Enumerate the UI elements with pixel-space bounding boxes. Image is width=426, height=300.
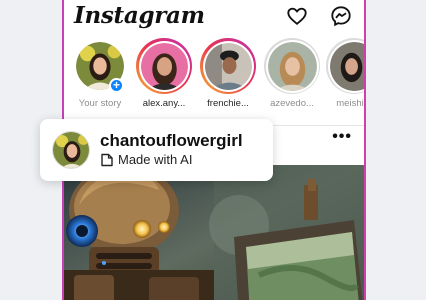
- avatar: [204, 42, 252, 90]
- story-username: alex.any...: [142, 98, 186, 109]
- more-options-icon[interactable]: •••: [332, 128, 352, 146]
- messenger-icon[interactable]: [330, 5, 352, 27]
- made-with-ai-text: Made with AI: [118, 152, 193, 167]
- avatar: [329, 41, 364, 91]
- story-username: frenchie...: [207, 98, 249, 109]
- story-item[interactable]: alex.any...: [134, 38, 194, 109]
- story-username: azevedo...: [270, 98, 314, 109]
- story-username: meishi: [336, 98, 364, 109]
- instagram-logo[interactable]: Instagram: [74, 2, 205, 29]
- story-ring: [326, 38, 364, 94]
- ai-label-icon: [101, 153, 113, 167]
- card-avatar: [52, 131, 90, 169]
- story-ring: [200, 38, 256, 94]
- stories-tray: + Your story alex.any... frenchie... aze…: [64, 38, 364, 118]
- story-item[interactable]: azevedo...: [262, 38, 322, 109]
- story-ring: [136, 38, 192, 94]
- avatar: [140, 42, 188, 90]
- story-username: Your story: [78, 98, 122, 109]
- heart-icon[interactable]: [286, 5, 308, 27]
- story-ring: [264, 38, 320, 94]
- add-story-icon[interactable]: +: [109, 78, 124, 93]
- post-image[interactable]: [64, 165, 364, 300]
- ai-robot-artwork: [64, 165, 364, 300]
- ai-info-card[interactable]: chantouflowergirl Made with AI: [40, 119, 273, 181]
- story-item[interactable]: frenchie...: [198, 38, 258, 109]
- story-your-story[interactable]: + Your story: [70, 38, 130, 109]
- story-item[interactable]: meishi: [326, 38, 364, 109]
- avatar: [267, 41, 317, 91]
- card-username[interactable]: chantouflowergirl: [100, 131, 243, 151]
- app-header: Instagram: [64, 0, 364, 34]
